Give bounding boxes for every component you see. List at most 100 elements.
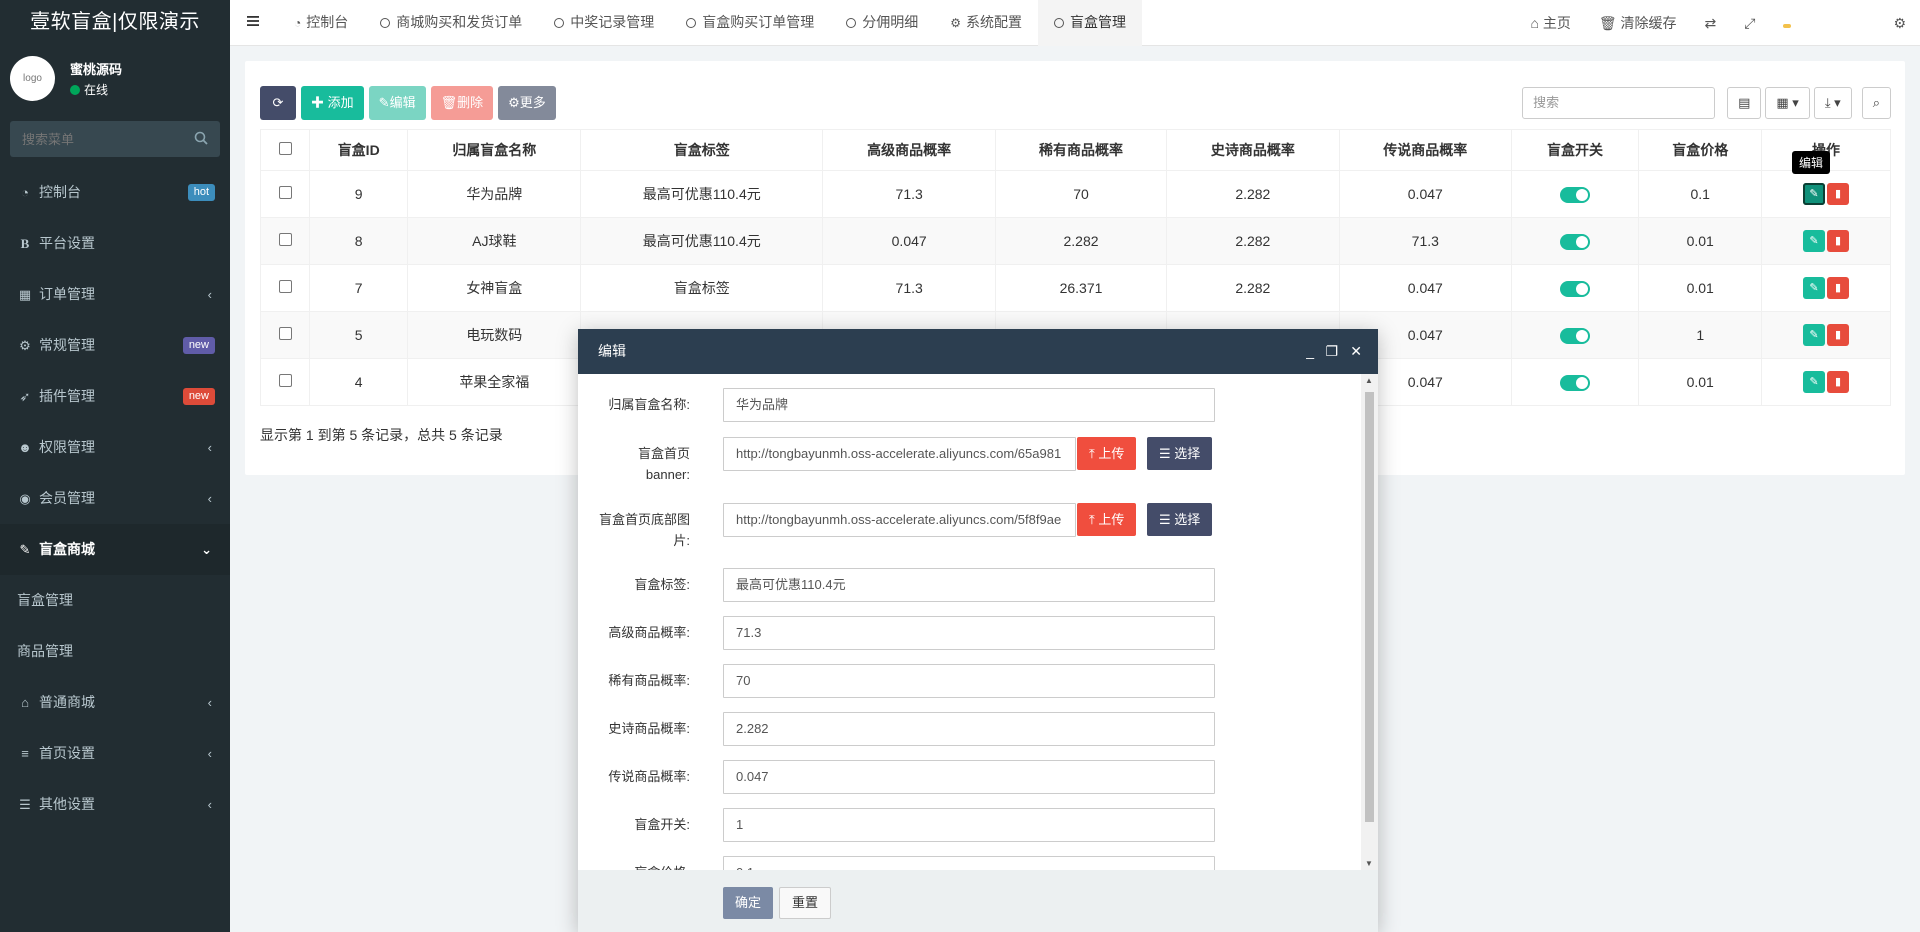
row-delete-button[interactable]: ▮ [1827, 183, 1850, 205]
switch-field[interactable]: 1 [723, 808, 1215, 842]
sidebar-item-blindbox-manage[interactable]: 盲盒管理 [0, 575, 230, 626]
scroll-up-icon[interactable]: ▲ [1365, 376, 1373, 385]
bottom-image-url-field[interactable]: http://tongbayunmh.oss-accelerate.aliyun… [723, 503, 1076, 537]
col-header[interactable]: 盲盒标签 [580, 129, 824, 171]
sidebar-item-permissions[interactable]: ☻ 权限管理 ‹ [0, 422, 230, 473]
row-delete-button[interactable]: ▮ [1827, 371, 1850, 393]
export-button[interactable]: ⤓ ▾ [1813, 87, 1852, 119]
app-logo-title[interactable]: 壹软盲盒|仅限演示 [0, 0, 230, 44]
select-all-checkbox[interactable] [278, 142, 292, 155]
tab-mall-orders[interactable]: 商城购买和发货订单 [364, 0, 538, 46]
row-edit-button[interactable]: ✎ [1803, 230, 1826, 252]
sidebar-item-dashboard[interactable]: ◔ 控制台 hot [0, 167, 230, 218]
sidebar-item-platform[interactable]: B 平台设置 [0, 218, 230, 269]
status-toggle[interactable] [1560, 186, 1591, 203]
reset-button[interactable]: 重置 [779, 887, 832, 919]
columns-button[interactable]: ▦ ▾ [1765, 87, 1810, 119]
table-row[interactable]: 7 女神盲盒 盲盒标签 71.3 26.371 2.282 0.047 0.01… [259, 264, 1891, 312]
bottom-image-choose-button[interactable]: ☰ 选择 [1147, 503, 1213, 536]
delete-button[interactable]: 🗑删除 [430, 86, 494, 120]
sidebar-item-members[interactable]: ◉ 会员管理 ‹ [0, 473, 230, 524]
banner-choose-button[interactable]: ☰ 选择 [1147, 437, 1213, 470]
row-edit-button[interactable]: ✎ [1803, 324, 1826, 346]
row-delete-button[interactable]: ▮ [1827, 230, 1850, 252]
row-edit-button[interactable]: ✎ [1803, 183, 1826, 205]
table-search-input[interactable]: 搜索 [1522, 87, 1716, 119]
status-toggle[interactable] [1560, 374, 1591, 391]
sidebar-item-product-manage[interactable]: 商品管理 [0, 626, 230, 677]
col-header[interactable]: 稀有商品概率 [995, 129, 1167, 171]
banner-upload-button[interactable]: ⤒ 上传 [1077, 437, 1137, 470]
refresh-button[interactable]: ⟳ [260, 86, 296, 120]
rare-prob-field[interactable]: 70 [723, 664, 1215, 698]
scrollbar-thumb[interactable] [1365, 392, 1374, 822]
bottom-image-upload-button[interactable]: ⤒ 上传 [1077, 503, 1137, 536]
row-select-cell[interactable] [259, 217, 311, 265]
sidebar-item-orders[interactable]: ▦ 订单管理 ‹ [0, 269, 230, 320]
legend-prob-field[interactable]: 0.047 [723, 760, 1215, 794]
modal-header[interactable]: 编辑 _ ❐ ✕ [578, 329, 1378, 374]
tab-dashboard[interactable]: ◔ 控制台 [278, 0, 364, 46]
row-edit-button[interactable]: ✎ [1803, 277, 1826, 299]
confirm-button[interactable]: 确定 [723, 887, 774, 919]
fullscreen-button[interactable]: ⤢ [1730, 15, 1769, 32]
advanced-prob-field[interactable]: 71.3 [723, 616, 1215, 650]
col-header[interactable]: 传说商品概率 [1338, 129, 1512, 171]
clear-cache-button[interactable]: 🗑 清除缓存 [1585, 13, 1691, 33]
tab-blindbox-manage[interactable]: 盲盒管理 [1038, 0, 1143, 46]
sidebar-search[interactable] [10, 121, 220, 157]
tab-commission[interactable]: 分佣明细 [830, 0, 934, 46]
col-header[interactable]: 归属盲盒名称 [407, 129, 582, 171]
row-delete-button[interactable]: ▮ [1827, 277, 1850, 299]
sidebar-item-general[interactable]: ⚙ 常规管理 new [0, 320, 230, 371]
price-field[interactable]: 0.1 [723, 856, 1215, 870]
sidebar-item-blindbox-mall[interactable]: ✎ 盲盒商城 ⌄ [0, 524, 230, 575]
table-row[interactable]: 9 华为品牌 最高可优惠110.4元 71.3 70 2.282 0.047 0… [259, 170, 1891, 218]
row-checkbox[interactable] [278, 233, 292, 246]
row-select-cell[interactable] [259, 170, 311, 218]
select-all-cell[interactable] [259, 129, 311, 171]
sidebar-item-home-settings[interactable]: ≡ 首页设置 ‹ [0, 728, 230, 779]
col-header[interactable]: 史诗商品概率 [1165, 129, 1340, 171]
row-select-cell[interactable] [259, 264, 311, 312]
advanced-search-button[interactable]: ⌕ [1861, 87, 1891, 119]
col-header[interactable]: 高级商品概率 [822, 129, 997, 171]
row-delete-button[interactable]: ▮ [1827, 324, 1850, 346]
edit-button[interactable]: ✎编辑 [368, 86, 426, 120]
col-header[interactable]: 盲盒开关 [1510, 129, 1640, 171]
row-select-cell[interactable] [259, 358, 311, 406]
row-edit-button[interactable]: ✎ [1803, 371, 1826, 393]
more-button[interactable]: ⚙更多 [498, 86, 556, 120]
user-menu[interactable] [1769, 15, 1879, 31]
table-row[interactable]: 8 AJ球鞋 最高可优惠110.4元 0.047 2.282 2.282 71.… [259, 217, 1891, 265]
sidebar-item-plugins[interactable]: ➶ 插件管理 new [0, 371, 230, 422]
tab-blindbox-orders[interactable]: 盲盒购买订单管理 [670, 0, 830, 46]
row-checkbox[interactable] [278, 327, 292, 340]
sidebar-item-normal-mall[interactable]: ⌂ 普通商城 ‹ [0, 677, 230, 728]
tag-field[interactable]: 最高可优惠110.4元 [723, 568, 1215, 602]
status-toggle[interactable] [1560, 233, 1591, 250]
minimize-icon[interactable]: _ [1306, 329, 1314, 374]
search-icon[interactable] [194, 131, 208, 145]
row-checkbox[interactable] [278, 186, 292, 199]
tab-system-config[interactable]: ⚙ 系统配置 [934, 0, 1038, 46]
settings-button[interactable]: ⚙ [1879, 15, 1920, 32]
row-select-cell[interactable] [259, 311, 311, 359]
banner-url-field[interactable]: http://tongbayunmh.oss-accelerate.aliyun… [723, 437, 1076, 471]
status-toggle[interactable] [1560, 280, 1591, 297]
add-button[interactable]: ✚ 添加 [301, 86, 364, 120]
col-header[interactable]: 盲盒价格 [1638, 129, 1763, 171]
home-link[interactable]: ⌂ 主页 [1516, 13, 1584, 33]
modal-scrollbar[interactable]: ▲ ▼ [1361, 374, 1378, 870]
menu-toggle-icon[interactable] [246, 14, 260, 28]
sidebar-item-other-settings[interactable]: ☰ 其他设置 ‹ [0, 779, 230, 830]
tab-prize-records[interactable]: 中奖记录管理 [538, 0, 670, 46]
sidebar-search-input[interactable] [10, 121, 220, 157]
row-checkbox[interactable] [278, 374, 292, 387]
status-toggle[interactable] [1560, 327, 1591, 344]
col-header[interactable]: 盲盒ID [309, 129, 409, 171]
row-checkbox[interactable] [278, 280, 292, 293]
close-icon[interactable]: ✕ [1350, 329, 1362, 374]
scroll-down-icon[interactable]: ▼ [1365, 859, 1373, 868]
language-button[interactable]: ⇄ [1691, 15, 1731, 32]
